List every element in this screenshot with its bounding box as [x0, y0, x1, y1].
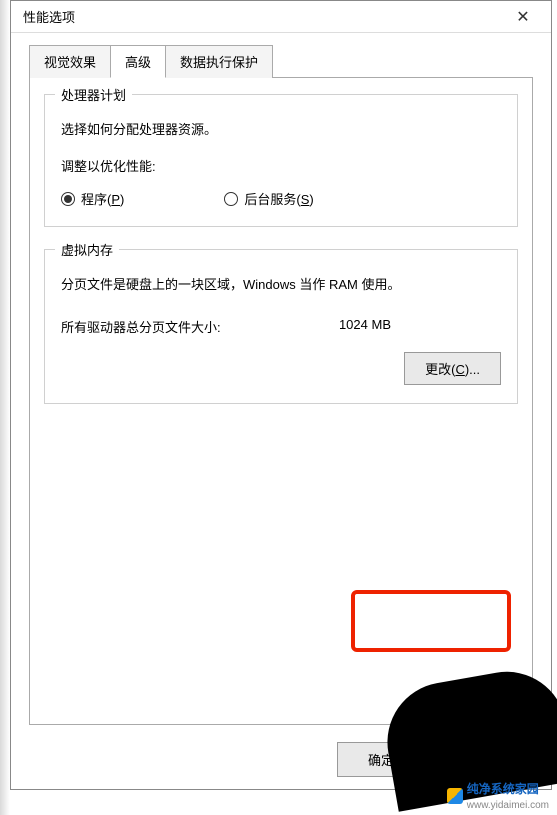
vm-group-title: 虚拟内存: [55, 240, 119, 259]
radio-background-services[interactable]: 后台服务(S): [224, 189, 313, 208]
watermark-logo-icon: [447, 788, 463, 804]
watermark-url: www.yidaimei.com: [467, 800, 549, 811]
vm-total-label: 所有驱动器总分页文件大小:: [61, 317, 221, 336]
virtual-memory-group: 虚拟内存 分页文件是硬盘上的一块区域，Windows 当作 RAM 使用。 所有…: [44, 249, 518, 404]
watermark-text: 纯净系统家园: [467, 782, 539, 796]
performance-options-dialog: 性能选项 ✕ 视觉效果 高级 数据执行保护 处理器计划 选择如何分配处理器资源。…: [10, 0, 552, 790]
radio-programs-label: 程序(P): [81, 189, 124, 208]
tab-panel-advanced: 处理器计划 选择如何分配处理器资源。 调整以优化性能: 程序(P) 后台服务(S…: [29, 77, 533, 725]
processor-desc: 选择如何分配处理器资源。: [61, 119, 501, 138]
window-title: 性能选项: [19, 7, 75, 26]
tab-dep[interactable]: 数据执行保护: [165, 45, 273, 78]
processor-scheduling-group: 处理器计划 选择如何分配处理器资源。 调整以优化性能: 程序(P) 后台服务(S…: [44, 94, 518, 227]
tab-advanced[interactable]: 高级: [110, 45, 166, 78]
radio-services-label: 后台服务(S): [244, 189, 313, 208]
tab-visual-effects[interactable]: 视觉效果: [29, 45, 111, 78]
vm-total-value: 1024 MB: [339, 317, 391, 336]
vm-desc: 分页文件是硬盘上的一块区域，Windows 当作 RAM 使用。: [61, 274, 501, 293]
tab-strip: 视觉效果 高级 数据执行保护: [29, 45, 551, 78]
radio-programs-indicator: [61, 192, 75, 206]
radio-services-indicator: [224, 192, 238, 206]
watermark: 纯净系统家园 www.yidaimei.com: [447, 780, 549, 811]
processor-group-title: 处理器计划: [55, 85, 132, 104]
close-button[interactable]: ✕: [503, 3, 543, 31]
adjust-label: 调整以优化性能:: [61, 156, 501, 175]
change-button[interactable]: 更改(C)...: [404, 352, 501, 385]
titlebar: 性能选项 ✕: [11, 1, 551, 33]
annotation-highlight: [351, 590, 511, 652]
close-icon: ✕: [516, 7, 529, 27]
radio-programs[interactable]: 程序(P): [61, 189, 124, 208]
